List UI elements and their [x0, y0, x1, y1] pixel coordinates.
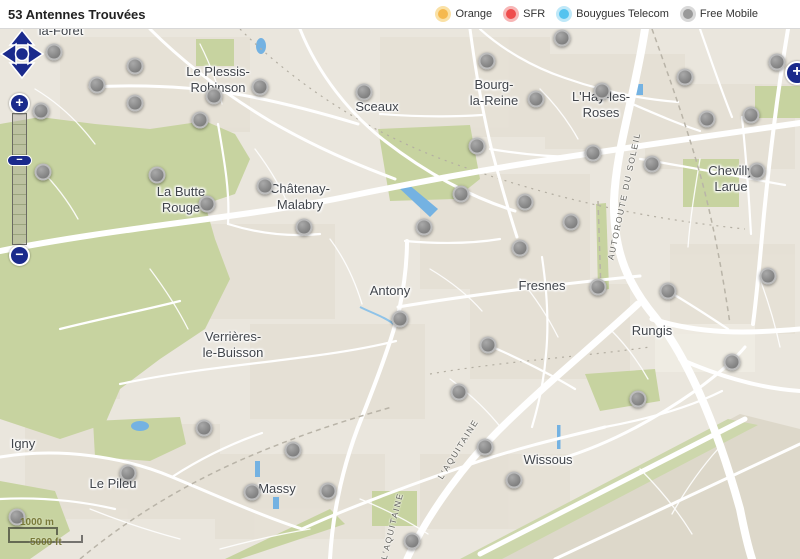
antenna-marker[interactable] [416, 219, 433, 236]
antenna-marker[interactable] [451, 384, 468, 401]
antenna-marker[interactable] [120, 465, 137, 482]
antenna-marker[interactable] [196, 420, 213, 437]
pan-down-button[interactable] [10, 63, 34, 78]
antenna-marker[interactable] [257, 178, 274, 195]
legend-label: Free Mobile [700, 8, 758, 20]
legend-label: Orange [455, 8, 492, 20]
antenna-marker[interactable] [356, 84, 373, 101]
antenna-marker[interactable] [724, 354, 741, 371]
antenna-marker[interactable] [506, 472, 523, 489]
antenna-marker[interactable] [127, 58, 144, 75]
operator-dot-icon [435, 6, 451, 22]
pan-right-button[interactable] [28, 44, 43, 64]
map-canvas[interactable]: la-ForêtLe Plessis- RobinsonSceauxBourg-… [0, 29, 800, 559]
legend-label: Bouygues Telecom [576, 8, 669, 20]
map-tiles [0, 29, 800, 559]
operator-dot-icon [503, 6, 519, 22]
antenna-marker[interactable] [392, 311, 409, 328]
legend-item-orange: Orange [435, 6, 492, 22]
antenna-marker[interactable] [594, 83, 611, 100]
antenna-marker[interactable] [760, 268, 777, 285]
antenna-map-app: 53 Antennes Trouvées Orange SFR Bouygues T… [0, 0, 800, 558]
legend-item-free-mobile: Free Mobile [680, 6, 758, 22]
antenna-marker[interactable] [127, 95, 144, 112]
antenna-marker[interactable] [33, 103, 50, 120]
antenna-marker[interactable] [699, 111, 716, 128]
antenna-marker[interactable] [477, 439, 494, 456]
zoom-slider-track[interactable] [12, 113, 27, 245]
operator-dot-icon [556, 6, 572, 22]
pan-up-button[interactable] [10, 30, 34, 45]
antenna-marker[interactable] [528, 91, 545, 108]
antenna-marker[interactable] [296, 219, 313, 236]
antenna-marker[interactable] [554, 30, 571, 47]
antenna-marker[interactable] [469, 138, 486, 155]
antenna-marker[interactable] [285, 442, 302, 459]
antenna-marker[interactable] [199, 196, 216, 213]
pan-center-button[interactable] [16, 48, 29, 61]
antenna-marker[interactable] [252, 79, 269, 96]
antenna-marker[interactable] [743, 107, 760, 124]
antenna-marker[interactable] [590, 279, 607, 296]
antenna-marker[interactable] [35, 164, 52, 181]
pan-left-button[interactable] [1, 44, 16, 64]
antenna-marker[interactable] [149, 167, 166, 184]
operator-legend: Orange SFR Bouygues Telecom Free Mobile [435, 6, 758, 22]
antenna-marker[interactable] [192, 112, 209, 129]
operator-dot-icon [680, 6, 696, 22]
antenna-marker[interactable] [563, 214, 580, 231]
antenna-marker[interactable] [677, 69, 694, 86]
zoom-out-button[interactable]: − [9, 245, 30, 266]
antenna-marker[interactable] [244, 484, 261, 501]
antenna-marker[interactable] [749, 163, 766, 180]
antenna-marker[interactable] [479, 53, 496, 70]
pan-control [0, 29, 44, 79]
legend-item-sfr: SFR [503, 6, 545, 22]
antenna-marker[interactable] [46, 44, 63, 61]
antenna-marker[interactable] [585, 145, 602, 162]
legend-item-bouygues-telecom: Bouygues Telecom [556, 6, 669, 22]
legend-label: SFR [523, 8, 545, 20]
results-header: 53 Antennes Trouvées Orange SFR Bouygues T… [0, 0, 800, 29]
antenna-marker[interactable] [9, 509, 26, 526]
antenna-marker[interactable] [660, 283, 677, 300]
antenna-marker[interactable] [769, 54, 786, 71]
antenna-marker[interactable] [453, 186, 470, 203]
antenna-marker[interactable] [89, 77, 106, 94]
antenna-marker[interactable] [630, 391, 647, 408]
antenna-marker[interactable] [517, 194, 534, 211]
results-count: 53 Antennes Trouvées [0, 7, 146, 22]
antenna-marker[interactable] [320, 483, 337, 500]
zoom-in-button[interactable]: + [9, 93, 30, 114]
antenna-marker[interactable] [512, 240, 529, 257]
antenna-marker[interactable] [644, 156, 661, 173]
antenna-marker[interactable] [206, 88, 223, 105]
zoom-slider-handle[interactable]: − [7, 155, 32, 166]
antenna-marker[interactable] [480, 337, 497, 354]
antenna-marker[interactable] [404, 533, 421, 550]
